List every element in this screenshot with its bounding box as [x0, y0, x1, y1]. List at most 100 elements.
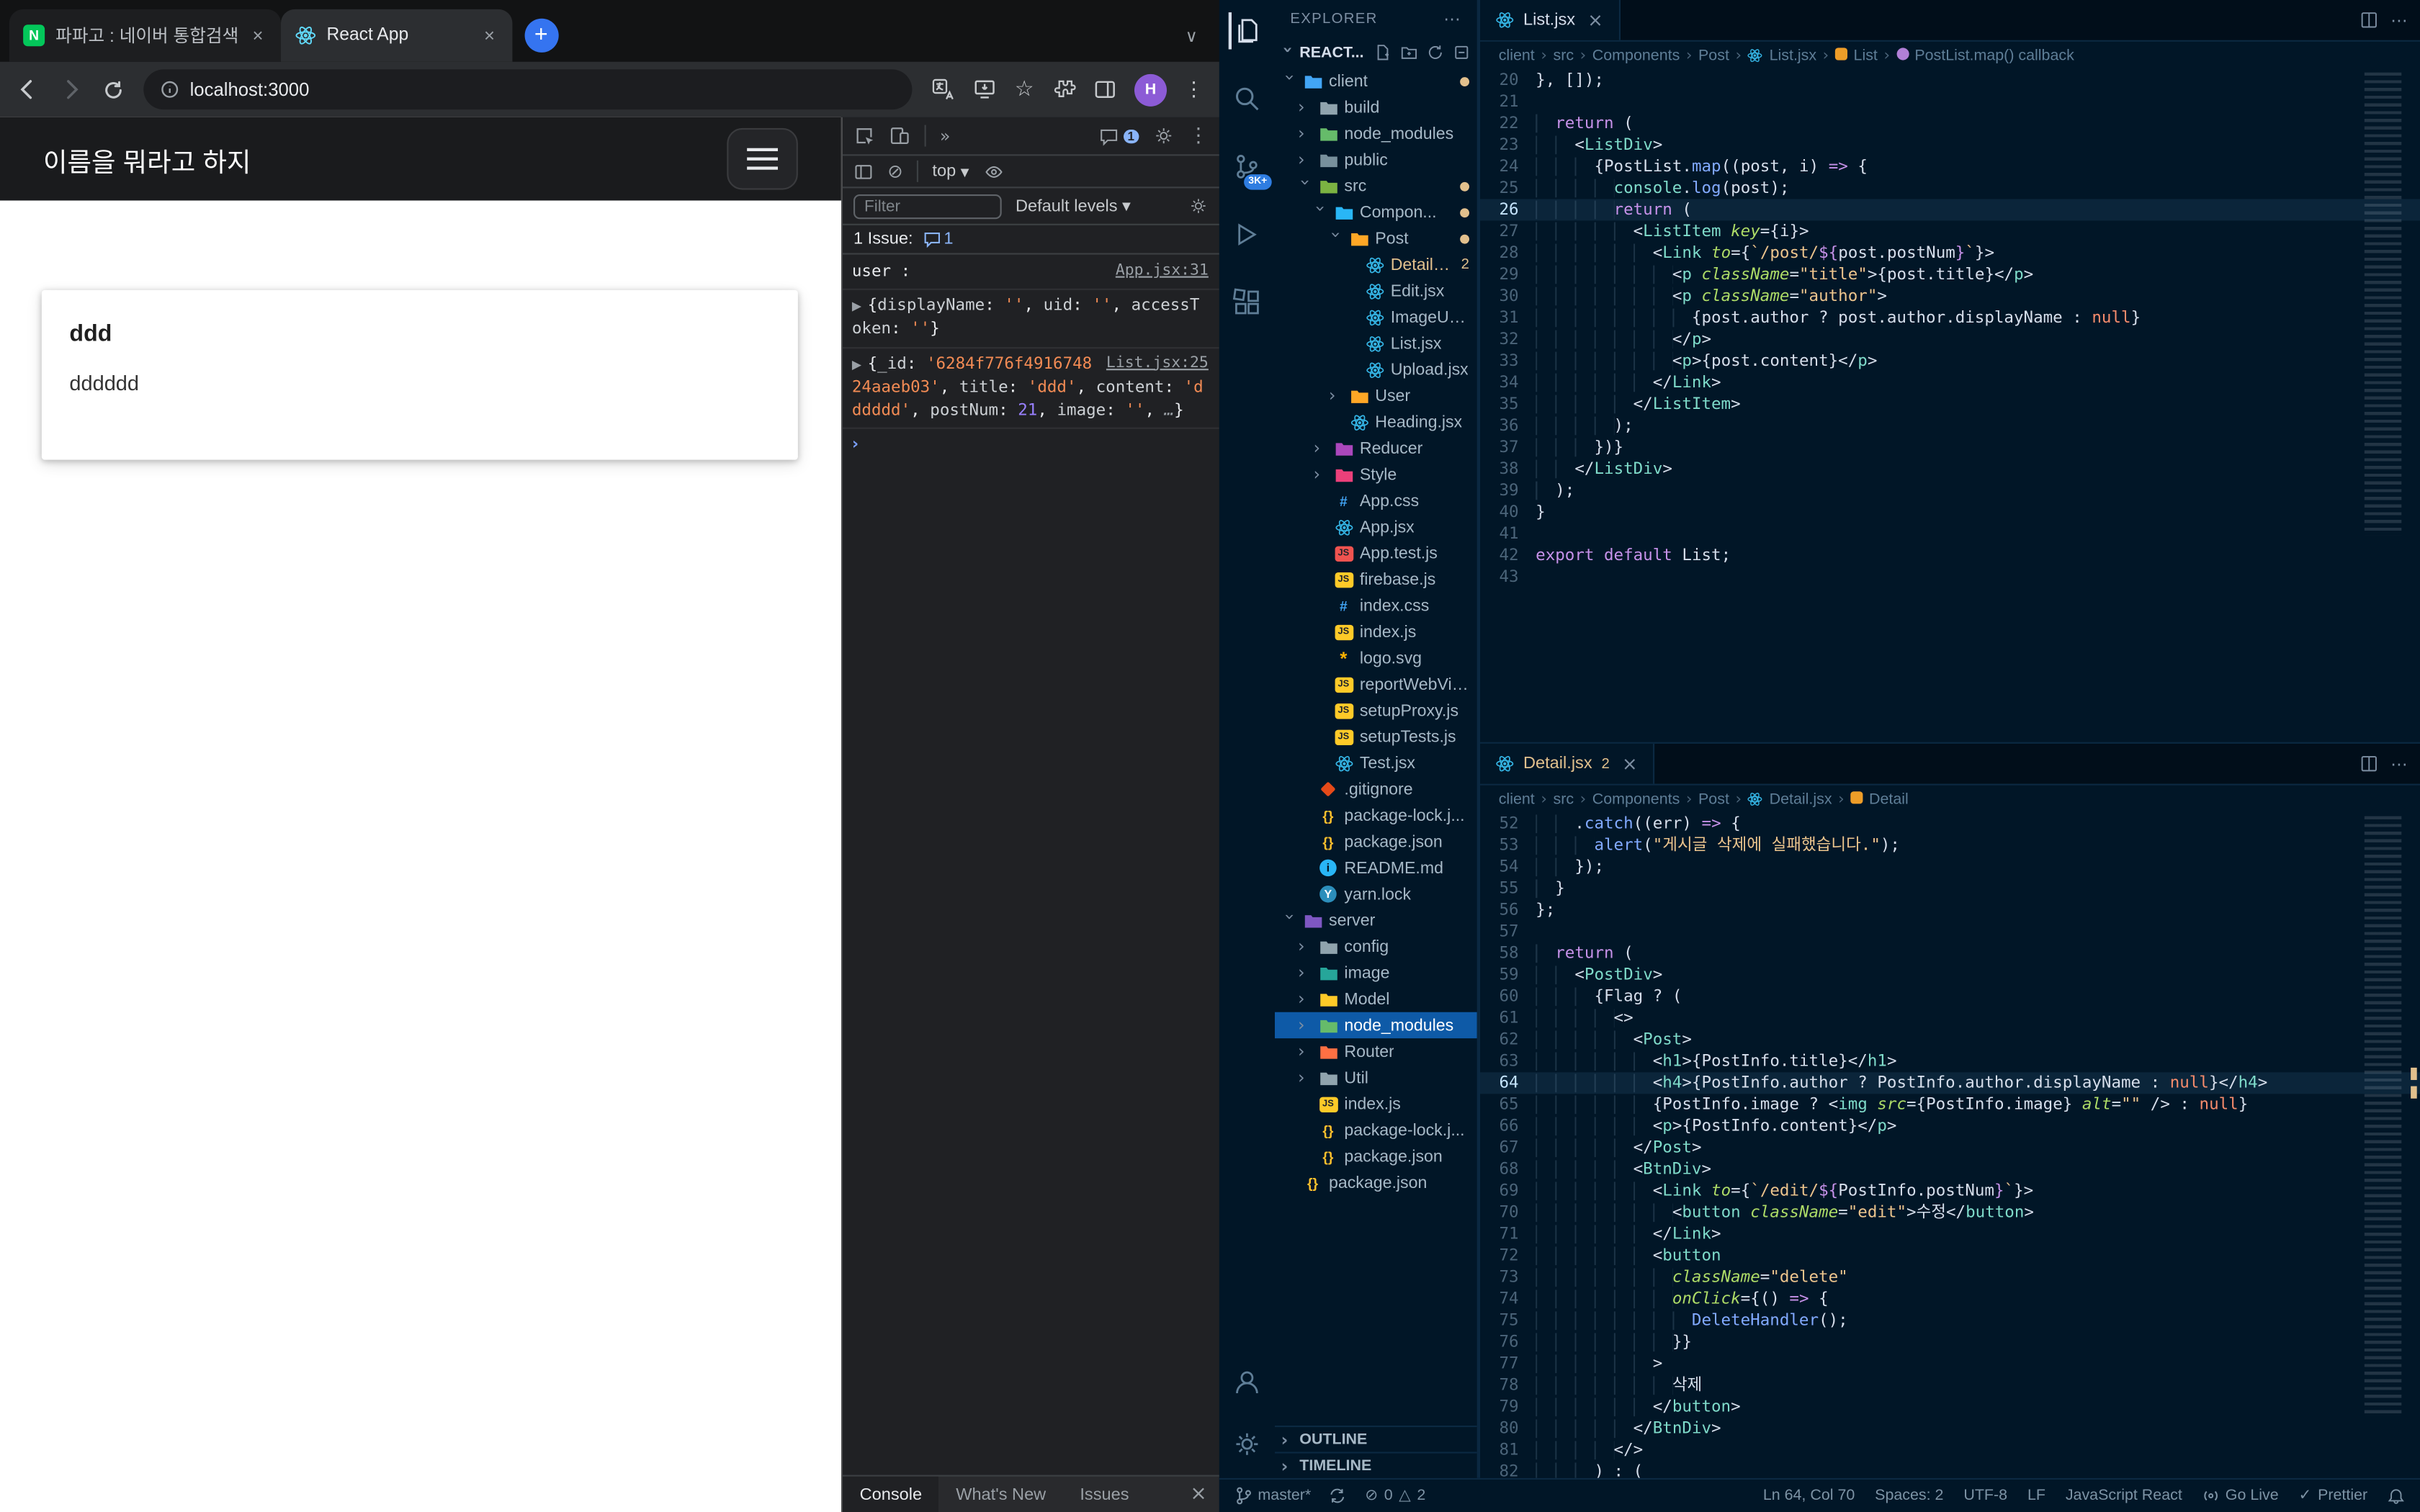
tree-item-post[interactable]: › Post — [1275, 225, 1477, 251]
console-prompt[interactable]: › — [843, 429, 1219, 462]
sync-button[interactable] — [1330, 1488, 1347, 1505]
tree-item-app-jsx[interactable]: App.jsx — [1275, 514, 1477, 540]
code-line-82[interactable]: 82 ) : ( — [1480, 1461, 2420, 1478]
source-control-icon[interactable]: 3K+ — [1229, 148, 1272, 190]
indentation[interactable]: Spaces: 2 — [1875, 1488, 1943, 1505]
post-card[interactable]: ddd dddddd — [41, 289, 798, 460]
code-line-79[interactable]: 79 </button> — [1480, 1396, 2420, 1418]
breadcrumb-item[interactable]: Components — [1592, 791, 1680, 808]
code-line-35[interactable]: 35 </ListItem> — [1480, 393, 2420, 415]
language-mode[interactable]: JavaScript React — [2066, 1488, 2182, 1505]
code-editor-detail-jsx[interactable]: 52 .catch((err) => {53 alert("게시글 삭제에 실패… — [1480, 813, 2420, 1478]
code-line-32[interactable]: 32 </p> — [1480, 328, 2420, 350]
workspace-root[interactable]: › REACT... — [1275, 37, 1477, 68]
expand-caret-icon[interactable]: ▶ — [852, 357, 861, 371]
device-toolbar-icon[interactable] — [889, 125, 910, 147]
tree-item-index-js[interactable]: JS index.js — [1275, 1091, 1477, 1117]
breadcrumb-item[interactable]: src — [1553, 47, 1574, 64]
code-line-57[interactable]: 57 — [1480, 921, 2420, 942]
code-line-62[interactable]: 62 <Post> — [1480, 1029, 2420, 1050]
explorer-files-icon[interactable] — [1229, 12, 1265, 49]
console-filter-input[interactable] — [853, 193, 1002, 219]
breadcrumb-item[interactable]: Detail — [1869, 791, 1909, 808]
editor-more-actions-icon[interactable]: ⋯ — [2390, 754, 2408, 774]
tree-item-app-test-js[interactable]: JS App.test.js — [1275, 540, 1477, 566]
tree-item-compon[interactable]: › Compon... — [1275, 199, 1477, 225]
search-icon[interactable] — [1229, 80, 1265, 117]
tree-item-imageuplo[interactable]: ImageUplo... — [1275, 304, 1477, 330]
tree-item-build[interactable]: › build — [1275, 94, 1477, 120]
explorer-more-actions-icon[interactable]: ⋯ — [1443, 9, 1461, 29]
problems-item[interactable]: ⊘ 0 △ 2 — [1365, 1488, 1425, 1505]
tree-item-style[interactable]: › Style — [1275, 462, 1477, 487]
context-selector[interactable]: top ▾ — [932, 161, 969, 181]
live-expression-eye-icon[interactable] — [983, 161, 1005, 181]
code-line-37[interactable]: 37 })} — [1480, 436, 2420, 458]
devtools-settings-gear-icon[interactable] — [1153, 125, 1175, 147]
devtools-menu-kebab-icon[interactable]: ⋮ — [1188, 125, 1209, 148]
code-line-36[interactable]: 36 ); — [1480, 415, 2420, 436]
code-line-55[interactable]: 55 } — [1480, 878, 2420, 899]
code-line-28[interactable]: 28 <Link to={`/post/${post.postNum}`}> — [1480, 242, 2420, 264]
code-line-20[interactable]: 20}, []); — [1480, 69, 2420, 91]
code-line-56[interactable]: 56}; — [1480, 899, 2420, 921]
extensions-icon[interactable] — [1229, 284, 1265, 320]
eol[interactable]: LF — [2027, 1488, 2045, 1505]
console-source-link[interactable]: App.jsx:31 — [1116, 261, 1209, 283]
tab-whats-new[interactable]: What's New — [939, 1477, 1063, 1512]
tree-item-yarn-lock[interactable]: Yyarn.lock — [1275, 881, 1477, 907]
outline-section[interactable]: › OUTLINE — [1275, 1425, 1477, 1452]
tree-item-package-lock-j[interactable]: {} package-lock.j... — [1275, 1117, 1477, 1143]
tab-close-icon[interactable]: × — [1622, 753, 1638, 775]
tab-list-jsx[interactable]: List.jsx × — [1480, 0, 1621, 40]
code-line-31[interactable]: 31 {post.author ? post.author.displayNam… — [1480, 307, 2420, 328]
tree-item-app-css[interactable]: # App.css — [1275, 487, 1477, 513]
code-line-75[interactable]: 75 DeleteHandler(); — [1480, 1310, 2420, 1331]
forward-button[interactable] — [58, 77, 83, 102]
prettier-item[interactable]: ✓ Prettier — [2299, 1488, 2368, 1505]
install-app-icon[interactable] — [973, 77, 998, 102]
breadcrumb-item[interactable]: PostList.map() callback — [1914, 47, 2074, 64]
go-live-button[interactable]: Go Live — [2202, 1488, 2279, 1504]
hamburger-menu-button[interactable] — [727, 127, 798, 190]
new-file-icon[interactable] — [1373, 43, 1392, 62]
cursor-position[interactable]: Ln 64, Col 70 — [1763, 1488, 1855, 1505]
inspect-element-icon[interactable] — [853, 125, 875, 147]
bookmark-star-icon[interactable]: ☆ — [1015, 77, 1034, 102]
code-line-78[interactable]: 78 삭제 — [1480, 1374, 2420, 1396]
profile-avatar[interactable]: H — [1134, 73, 1167, 106]
tree-item-public[interactable]: › public — [1275, 147, 1477, 173]
reload-button[interactable] — [102, 78, 125, 101]
breadcrumb-item[interactable]: client — [1499, 47, 1535, 64]
code-line-60[interactable]: 60 {Flag ? ( — [1480, 986, 2420, 1007]
code-line-74[interactable]: 74 onClick={() => { — [1480, 1288, 2420, 1310]
minimap[interactable] — [2364, 816, 2402, 1418]
issues-bar[interactable]: 1 Issue: 1 — [843, 225, 1219, 255]
code-line-61[interactable]: 61 <> — [1480, 1007, 2420, 1029]
tab-close-icon[interactable]: × — [249, 24, 266, 46]
code-line-54[interactable]: 54 }); — [1480, 856, 2420, 878]
breadcrumb-item[interactable]: client — [1499, 791, 1535, 808]
tree-item-user[interactable]: › User — [1275, 382, 1477, 408]
code-line-59[interactable]: 59 <PostDiv> — [1480, 964, 2420, 986]
tree-item-gitignore[interactable]: .gitignore — [1275, 776, 1477, 802]
tree-item-edit-jsx[interactable]: Edit.jsx — [1275, 278, 1477, 304]
tree-item-setuptests-js[interactable]: JS setupTests.js — [1275, 724, 1477, 750]
tree-item-image[interactable]: › image — [1275, 960, 1477, 986]
code-line-70[interactable]: 70 <button className="edit">수정</button> — [1480, 1202, 2420, 1223]
browser-menu-kebab-icon[interactable]: ⋮ — [1184, 78, 1204, 101]
code-line-72[interactable]: 72 <button — [1480, 1245, 2420, 1266]
code-line-26[interactable]: 26 return ( — [1480, 199, 2420, 221]
code-line-66[interactable]: 66 <p>{PostInfo.content}</p> — [1480, 1115, 2420, 1137]
clear-console-icon[interactable]: ⊘ — [887, 161, 903, 182]
code-line-63[interactable]: 63 <h1>{PostInfo.title}</h1> — [1480, 1050, 2420, 1072]
code-line-39[interactable]: 39 ); — [1480, 480, 2420, 501]
extensions-puzzle-icon[interactable] — [1051, 77, 1076, 102]
code-line-64[interactable]: 64 <h4>{PostInfo.author ? PostInfo.autho… — [1480, 1072, 2420, 1094]
code-line-24[interactable]: 24 {PostList.map((post, i) => { — [1480, 156, 2420, 177]
log-levels-dropdown[interactable]: Default levels ▾ — [1016, 196, 1131, 216]
browser-tab-react-app[interactable]: React App × — [280, 9, 512, 62]
tab-detail-jsx[interactable]: Detail.jsx 2 × — [1480, 743, 1655, 784]
code-line-43[interactable]: 43 — [1480, 566, 2420, 588]
breadcrumb-item[interactable]: List.jsx — [1770, 47, 1816, 64]
